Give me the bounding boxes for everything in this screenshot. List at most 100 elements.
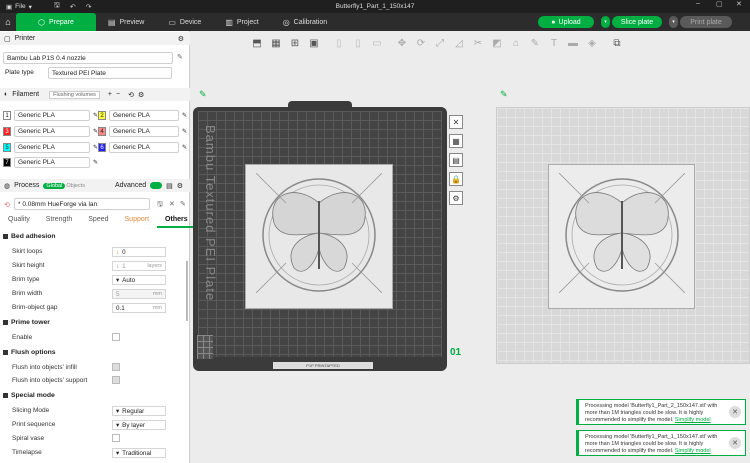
tab-device[interactable]: ▭ Device [156,13,213,31]
orient-icon[interactable]: ⊞ [288,36,302,50]
upload-button[interactable]: ● Upload [538,16,594,28]
edit-plate-icon[interactable]: ✎ [500,89,508,100]
move-icon[interactable]: ✥ [395,36,409,50]
butterfly-model-2[interactable] [548,164,695,309]
timelapse-select[interactable]: ▾ Traditional [112,448,166,458]
global-toggle[interactable]: Global [43,182,66,189]
slice-plate-button[interactable]: ▾ Slice plate [601,16,662,28]
tab-quality[interactable]: Quality [0,216,38,228]
scale-icon[interactable]: ⤢ [433,36,447,50]
add-filament-icon[interactable]: + [108,91,112,98]
split-objects-icon[interactable]: ▯ [332,36,346,50]
color-paint-icon[interactable]: ◈ [585,36,599,50]
rotate-icon[interactable]: ⟳ [414,36,428,50]
delete-profile-icon[interactable]: ✕ [169,200,175,208]
tab-others[interactable]: Others [157,216,196,228]
plate-type-select[interactable]: Textured PEI Plate [48,67,172,79]
redo-icon[interactable]: ↷ [86,3,92,11]
add-cube-icon[interactable]: ⬒ [250,36,264,50]
arrange-icon[interactable]: ▣ [307,36,321,50]
simplify-model-link[interactable]: Simplify model [675,448,711,454]
mesh-boolean-icon[interactable]: ◩ [490,36,504,50]
tab-speed[interactable]: Speed [80,216,116,228]
plate-settings-icon[interactable]: ⚙ [449,191,463,205]
filament-color-5[interactable]: 5 [3,143,11,152]
save-icon[interactable]: 🖫 [54,1,60,12]
home-icon[interactable]: ⌂ [0,13,16,31]
prime-tower-enable-checkbox[interactable] [112,333,120,341]
assembly-view-icon[interactable]: ⧉ [610,36,624,50]
filament-item-2[interactable]: 2 Generic PLA ✎ [98,110,187,121]
close-window-icon[interactable]: ✕ [736,0,742,8]
printer-settings-icon[interactable]: ⚙ [178,35,184,43]
save-profile-icon[interactable]: 🖫 [157,200,163,211]
filament-color-2[interactable]: 2 [98,111,106,120]
build-plate-2[interactable] [496,107,750,364]
orient-plate-icon[interactable]: ▤ [449,153,463,167]
lock-plate-icon[interactable]: 🔒 [449,172,463,186]
maximize-icon[interactable]: ▢ [716,0,723,8]
close-icon[interactable]: ✕ [729,406,741,418]
skirt-loops-input[interactable]: ↕ 0 [112,247,166,257]
edit-plate-icon[interactable]: ✎ [199,89,207,100]
file-menu[interactable]: ▣ File ▾ [6,3,32,11]
undo-icon[interactable]: ↶ [70,3,76,11]
process-profile-select[interactable]: * 0.08mm HueForge via lan [14,198,150,210]
filament-item-3[interactable]: 3 Generic PLA ✎ [3,126,98,137]
tab-prepare[interactable]: ⬡ Prepare [16,13,96,31]
tab-calibration[interactable]: ◎ Calibration [271,13,339,31]
flush-support-checkbox[interactable] [112,376,120,384]
simplify-model-link[interactable]: Simplify model [675,417,711,423]
brim-type-select[interactable]: ▾ Auto [112,275,166,285]
filament-color-6[interactable]: 6 [98,143,106,152]
sidebar-scrollbar[interactable] [186,261,188,321]
edit-filament-icon[interactable]: ✎ [182,112,187,119]
edit-filament-icon[interactable]: ✎ [182,144,187,151]
text-shape-icon[interactable]: T [547,36,561,50]
seam-paint-icon[interactable]: ✎ [528,36,542,50]
slicing-mode-select[interactable]: ▾ Regular [112,406,166,416]
filament-item-4[interactable]: 4 Generic PLA ✎ [98,126,187,137]
printer-select[interactable]: Bambu Lab P1S 0.4 nozzle [3,52,173,64]
edit-profile-icon[interactable]: ✎ [180,200,186,208]
minimize-icon[interactable]: – [696,0,700,7]
slice-dropdown-icon[interactable]: ▾ [601,16,610,28]
close-icon[interactable]: ✕ [729,437,741,449]
tab-project[interactable]: ▥ Project [213,13,270,31]
lay-on-face-icon[interactable]: ◿ [452,36,466,50]
filament-color-4[interactable]: 4 [98,127,106,136]
support-paint-icon[interactable]: ⌂ [509,36,523,50]
advanced-switch[interactable] [150,182,163,189]
build-plate[interactable]: Bambu Textured PEI Plate P1P PRINTAPTED [193,101,447,371]
filament-item-7[interactable]: 7 Generic PLA ✎ [3,157,98,168]
measure-icon[interactable]: ▬ [566,36,580,50]
filament-item-6[interactable]: 6 Generic PLA ✎ [98,142,187,153]
print-plate-button[interactable]: ▾ Print plate [669,16,732,28]
filament-color-3[interactable]: 3 [3,127,11,136]
filament-item-1[interactable]: 1 Generic PLA ✎ [3,110,98,121]
cut-icon[interactable]: ✂ [471,36,485,50]
filament-sync-icon[interactable]: ⟲ [128,91,134,99]
brim-gap-input[interactable]: 0.1 mm [112,303,166,313]
layers-icon[interactable]: ▭ [370,36,384,50]
edit-filament-icon[interactable]: ✎ [182,128,187,135]
split-parts-icon[interactable]: ▯ [351,36,365,50]
edit-filament-icon[interactable]: ✎ [93,159,98,166]
tab-preview[interactable]: ▤ Preview [96,13,156,31]
arrange-plate-icon[interactable]: ▦ [449,134,463,148]
butterfly-model[interactable] [245,164,393,309]
tab-support[interactable]: Support [117,216,158,228]
compare-icon[interactable]: ▤ [166,182,173,190]
edit-printer-icon[interactable]: ✎ [177,53,183,61]
filament-color-7[interactable]: 7 [3,158,11,167]
brim-width-input[interactable]: 5 mm [112,289,166,299]
skirt-height-input[interactable]: ↕ 1 layers [112,261,166,271]
filament-item-5[interactable]: 5 Generic PLA ✎ [3,142,98,153]
add-plate-icon[interactable]: ▦ [269,36,283,50]
spiral-vase-checkbox[interactable] [112,434,120,442]
objects-toggle[interactable]: Objects [66,183,85,189]
tab-strength[interactable]: Strength [38,216,80,228]
filament-color-1[interactable]: 1 [3,111,11,120]
close-plate-icon[interactable]: ✕ [449,115,463,129]
print-dropdown-icon[interactable]: ▾ [669,16,678,28]
